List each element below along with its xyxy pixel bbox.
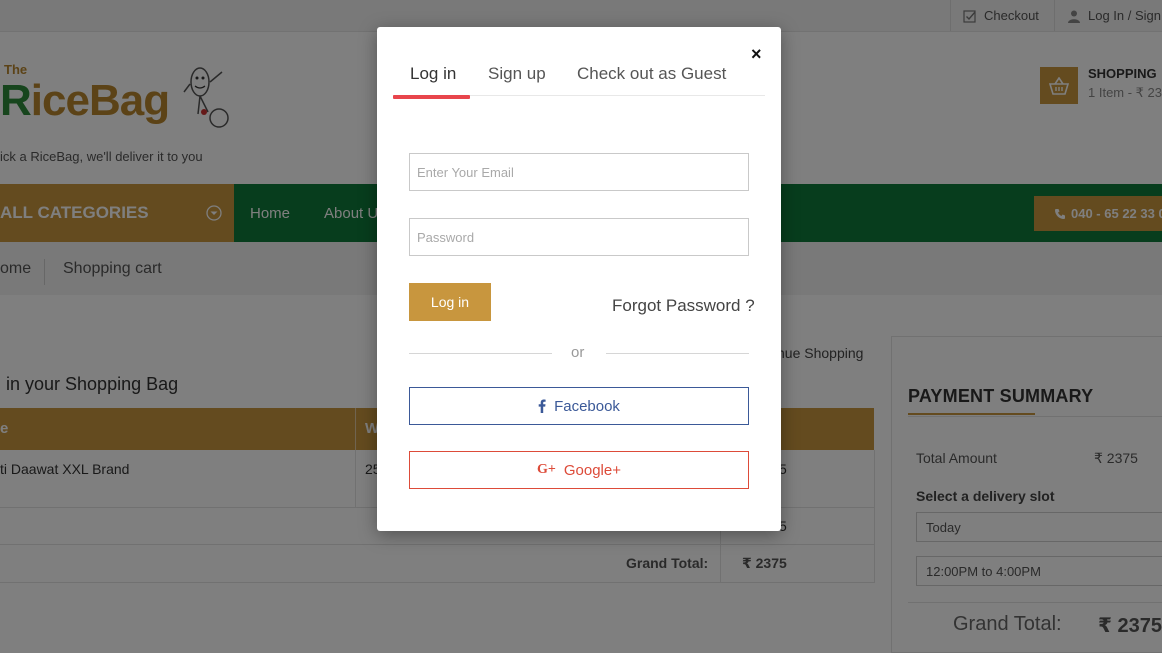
tab-log-in[interactable]: Log in (410, 64, 456, 84)
forgot-password-link[interactable]: Forgot Password ? (612, 296, 755, 316)
password-field[interactable] (409, 218, 749, 256)
email-field[interactable] (409, 153, 749, 191)
divider (409, 353, 552, 354)
google-label: Google+ (563, 461, 621, 479)
facebook-login-button[interactable]: Facebook (409, 387, 749, 425)
google-login-button[interactable]: G+ Google+ (409, 451, 749, 489)
login-button[interactable]: Log in (409, 283, 491, 321)
divider (606, 353, 749, 354)
facebook-label: Facebook (554, 397, 620, 415)
tab-guest-checkout[interactable]: Check out as Guest (577, 64, 726, 84)
tab-sign-up[interactable]: Sign up (488, 64, 546, 84)
or-separator: or (571, 344, 585, 361)
facebook-icon (538, 399, 546, 413)
close-icon[interactable]: × (751, 44, 762, 65)
google-plus-icon: G+ (536, 462, 556, 477)
active-tab-indicator (393, 95, 470, 99)
